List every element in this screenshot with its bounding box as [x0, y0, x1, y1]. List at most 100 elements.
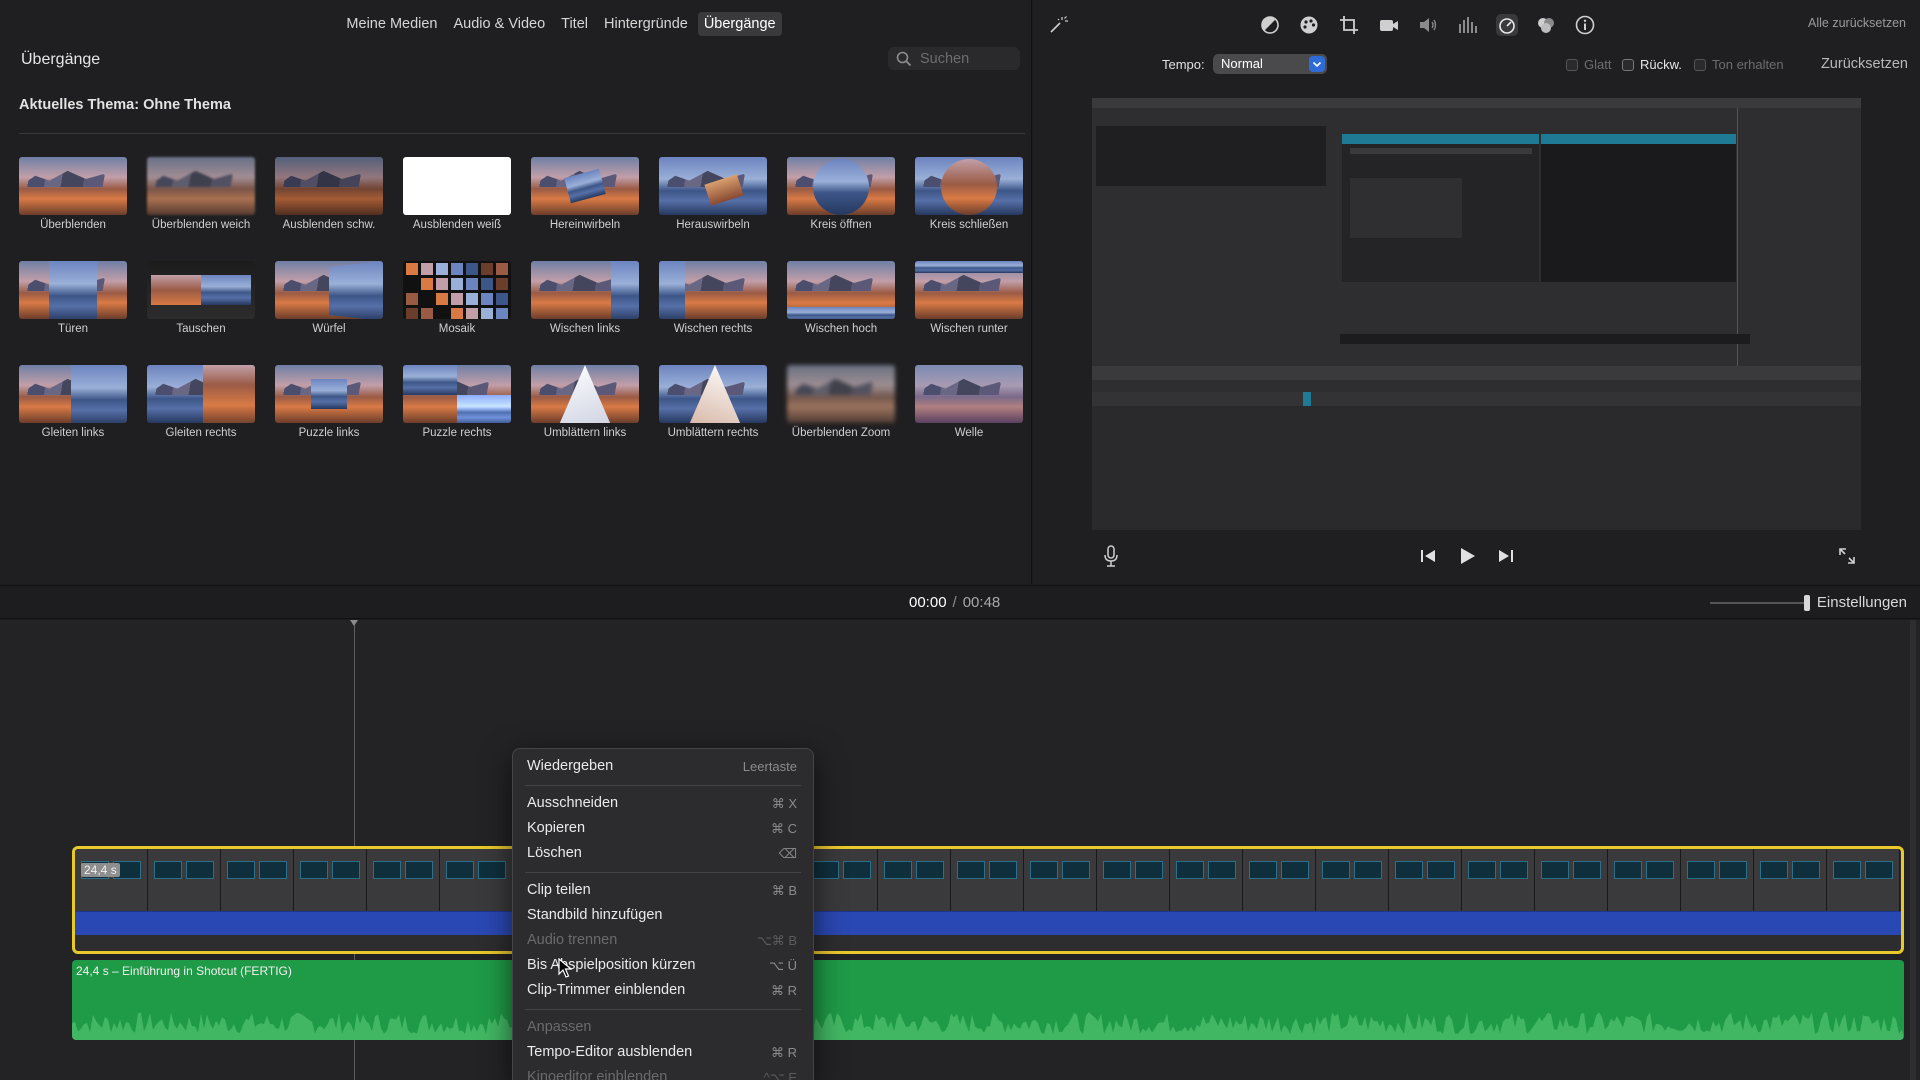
transition-item[interactable]: Puzzle rechts — [403, 365, 511, 439]
transition-label: Welle — [954, 427, 984, 439]
clip-frame — [1389, 849, 1462, 911]
divider — [19, 133, 1025, 134]
transition-thumbnail — [787, 365, 895, 423]
info-icon[interactable] — [1574, 14, 1596, 36]
transition-item[interactable]: Türen — [19, 261, 127, 335]
tab-transitions[interactable]: Übergänge — [697, 12, 782, 36]
transition-item[interactable]: Überblenden Zoom — [787, 365, 895, 439]
transition-item[interactable]: Herauswirbeln — [659, 157, 767, 231]
color-balance-icon[interactable] — [1259, 14, 1281, 36]
current-theme-label: Aktuelles Thema: Ohne Thema — [19, 97, 231, 113]
transition-thumbnail — [403, 365, 511, 423]
transition-label: Umblättern links — [543, 427, 627, 439]
total-time: 00:48 — [962, 594, 1001, 611]
magic-wand-icon[interactable] — [1047, 14, 1069, 36]
transition-item[interactable]: Kreis öffnen — [787, 157, 895, 231]
search-box[interactable] — [888, 47, 1020, 70]
transition-item[interactable]: Gleiten links — [19, 365, 127, 439]
menu-item[interactable]: Clip-Trimmer einblenden ⌘ R — [513, 978, 813, 1003]
transition-item[interactable]: Tauschen — [147, 261, 255, 335]
smooth-checkbox[interactable]: Glatt — [1566, 57, 1611, 72]
transition-thumbnail — [147, 365, 255, 423]
microphone-icon[interactable] — [1102, 545, 1120, 567]
settings-button[interactable]: Einstellungen — [1817, 594, 1907, 611]
transition-label: Kreis schließen — [929, 219, 1009, 231]
clip-frame — [951, 849, 1024, 911]
volume-icon[interactable] — [1417, 14, 1439, 36]
play-icon[interactable] — [1456, 545, 1478, 567]
reset-button[interactable]: Zurücksetzen — [1821, 56, 1908, 72]
stabilization-icon[interactable] — [1378, 14, 1400, 36]
menu-item[interactable]: Löschen ⌫ — [513, 841, 813, 866]
crop-icon[interactable] — [1338, 14, 1360, 36]
menu-item[interactable]: Standbild hinzufügen — [513, 903, 813, 928]
transition-label: Umblättern rechts — [667, 427, 759, 439]
timeline[interactable]: 24,4 s 24,4 s – Einführung in Shotcut (F… — [0, 620, 1920, 1080]
skip-forward-icon[interactable] — [1495, 545, 1517, 567]
transition-item[interactable]: Hereinwirbeln — [531, 157, 639, 231]
transition-item[interactable]: Ausblenden weiß — [403, 157, 511, 231]
video-clip[interactable]: 24,4 s — [72, 846, 1904, 960]
checkbox-box — [1566, 58, 1578, 71]
menu-item-label: Clip teilen — [527, 882, 591, 898]
fullscreen-icon[interactable] — [1836, 545, 1858, 567]
media-browser: Meine Medien Audio & Video Titel Hinterg… — [0, 0, 1032, 584]
timeline-scrollbar[interactable] — [1910, 620, 1916, 1080]
menu-item[interactable]: Kopieren ⌘ C — [513, 816, 813, 841]
clip-frame — [1316, 849, 1389, 911]
transition-thumbnail — [531, 157, 639, 215]
zoom-slider-knob[interactable] — [1804, 595, 1810, 611]
tab-titles[interactable]: Titel — [555, 12, 594, 36]
transition-item[interactable]: Kreis schließen — [915, 157, 1023, 231]
transition-label: Herauswirbeln — [676, 219, 750, 231]
tab-my-media[interactable]: Meine Medien — [340, 12, 443, 36]
transition-item[interactable]: Umblättern rechts — [659, 365, 767, 439]
transition-item[interactable]: Mosaik — [403, 261, 511, 335]
viewer-panel: Alle zurücksetzen Tempo: Normal Glatt Rü… — [1033, 0, 1920, 584]
transition-item[interactable]: Puzzle links — [275, 365, 383, 439]
audio-clip[interactable]: 24,4 s – Einführung in Shotcut (FERTIG) — [72, 960, 1904, 1040]
timeline-header: 00:00 / 00:48 Einstellungen — [0, 585, 1920, 619]
transition-item[interactable]: Umblättern links — [531, 365, 639, 439]
menu-item-label: Standbild hinzufügen — [527, 907, 663, 923]
transition-item[interactable]: Würfel — [275, 261, 383, 335]
equalizer-icon[interactable] — [1456, 14, 1478, 36]
menu-item[interactable]: Ausschneiden ⌘ X — [513, 791, 813, 816]
transition-thumbnail — [275, 365, 383, 423]
transition-label: Hereinwirbeln — [549, 219, 621, 231]
menu-item[interactable]: Wiedergeben Leertaste — [513, 754, 813, 779]
zoom-slider[interactable] — [1710, 595, 1810, 611]
transition-item[interactable]: Überblenden — [19, 157, 127, 231]
reverse-checkbox[interactable]: Rückw. — [1622, 57, 1682, 72]
tempo-select[interactable]: Normal — [1213, 54, 1327, 74]
menu-item-shortcut: ⌘ B — [771, 883, 797, 898]
transition-thumbnail — [915, 261, 1023, 319]
transition-item[interactable]: Wischen hoch — [787, 261, 895, 335]
menu-item[interactable]: Clip teilen ⌘ B — [513, 878, 813, 903]
noise-reduction-icon[interactable] — [1535, 14, 1557, 36]
menu-item-label: Löschen — [527, 845, 582, 861]
transition-label: Kreis öffnen — [810, 219, 872, 231]
transition-item[interactable]: Wischen rechts — [659, 261, 767, 335]
search-icon — [896, 51, 912, 66]
preserve-pitch-checkbox[interactable]: Ton erhalten — [1694, 57, 1784, 72]
transition-item[interactable]: Wischen runter — [915, 261, 1023, 335]
transition-item[interactable]: Überblenden weich — [147, 157, 255, 231]
skip-back-icon[interactable] — [1417, 545, 1439, 567]
menu-item-label: Wiedergeben — [527, 758, 614, 774]
tab-audio-video[interactable]: Audio & Video — [448, 12, 552, 36]
color-correction-icon[interactable] — [1298, 14, 1320, 36]
menu-item[interactable]: Tempo-Editor ausblenden ⌘ R — [513, 1040, 813, 1065]
transition-item[interactable]: Welle — [915, 365, 1023, 439]
transition-item[interactable]: Gleiten rechts — [147, 365, 255, 439]
speed-icon[interactable] — [1496, 14, 1518, 36]
tab-backgrounds[interactable]: Hintergründe — [598, 12, 694, 36]
clip-frame — [75, 849, 148, 911]
menu-item-label: Tempo-Editor ausblenden — [527, 1044, 693, 1060]
video-clip-body[interactable]: 24,4 s — [72, 846, 1904, 954]
transition-item[interactable]: Ausblenden schw. — [275, 157, 383, 231]
menu-item-label: Audio trennen — [527, 932, 618, 948]
transition-item[interactable]: Wischen links — [531, 261, 639, 335]
search-input[interactable] — [920, 50, 1016, 67]
reset-all-button[interactable]: Alle zurücksetzen — [1808, 16, 1906, 30]
